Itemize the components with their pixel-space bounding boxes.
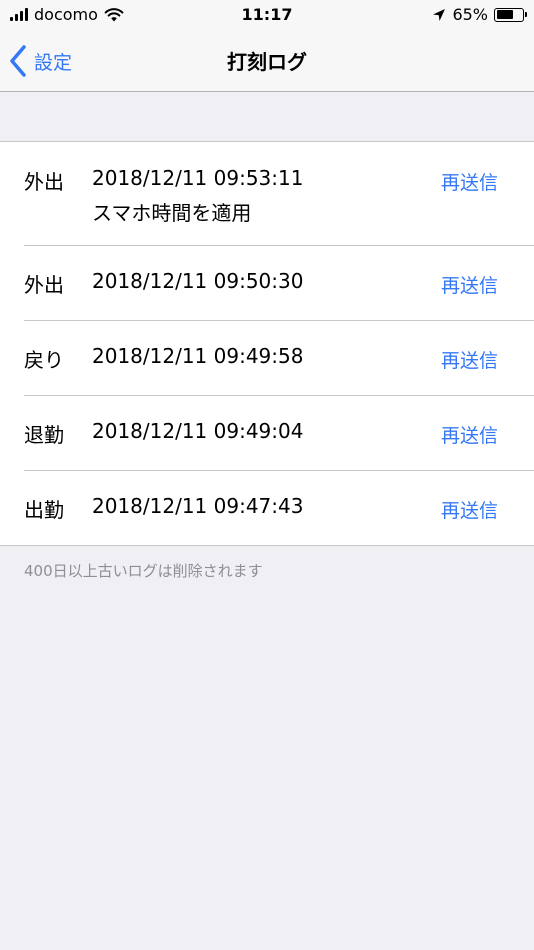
battery-percent: 65% [452,5,488,24]
log-type: 退勤 [24,423,64,447]
log-time: 2018/12/11 09:47:43 [92,494,304,518]
log-type: 外出 [24,273,64,297]
log-note: スマホ時間を適用 [92,201,252,225]
log-type: 出勤 [24,498,64,522]
resend-button[interactable]: 再送信 [441,168,498,195]
navigation-bar: 設定 打刻ログ [0,30,534,92]
resend-button[interactable]: 再送信 [441,496,498,523]
log-row: 出勤 2018/12/11 09:47:43 再送信 [0,470,534,545]
log-list: 外出 2018/12/11 09:53:11 スマホ時間を適用 再送信 外出 2… [0,141,534,546]
log-time: 2018/12/11 09:49:58 [92,344,304,368]
location-arrow-icon [433,8,446,21]
log-type: 戻り [24,348,64,372]
resend-button[interactable]: 再送信 [441,421,498,448]
log-time: 2018/12/11 09:50:30 [92,269,304,293]
page-title: 打刻ログ [227,50,307,74]
log-time: 2018/12/11 09:49:04 [92,419,304,443]
log-row: 外出 2018/12/11 09:53:11 スマホ時間を適用 再送信 [0,142,534,245]
status-right: 65% [432,5,527,24]
log-row: 戻り 2018/12/11 09:49:58 再送信 [0,320,534,395]
resend-button[interactable]: 再送信 [441,271,498,298]
resend-button[interactable]: 再送信 [441,346,498,373]
log-row: 外出 2018/12/11 09:50:30 再送信 [0,245,534,320]
log-row: 退勤 2018/12/11 09:49:04 再送信 [0,395,534,470]
battery-fill [496,10,513,19]
battery-icon [494,7,527,22]
footer-note: 400日以上古いログは削除されます [24,562,263,580]
status-bar: docomo 11:17 65% [0,0,534,30]
log-time: 2018/12/11 09:53:11 [92,166,304,190]
log-type: 外出 [24,170,64,194]
